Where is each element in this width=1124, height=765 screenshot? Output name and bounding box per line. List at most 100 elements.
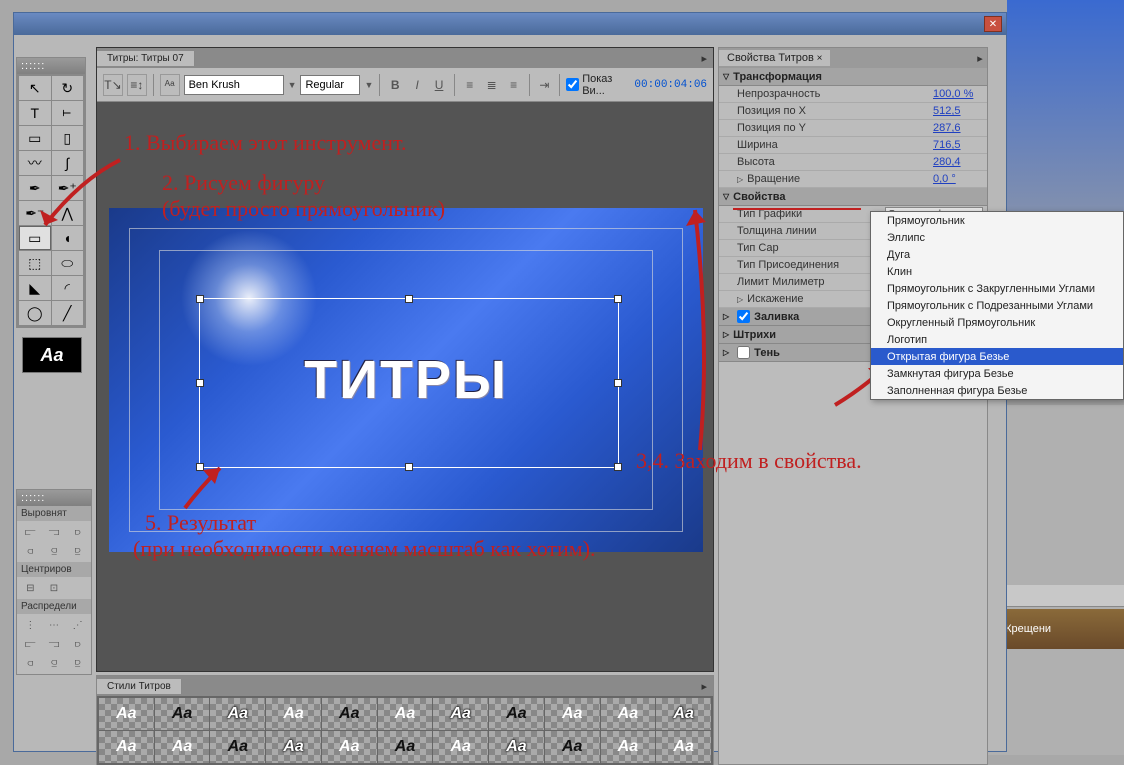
style-preset-21[interactable]: Aa bbox=[656, 731, 711, 763]
italic-button[interactable]: I bbox=[408, 75, 426, 95]
area-type-tool[interactable]: ▭ bbox=[19, 126, 51, 150]
dist-3[interactable]: ⋰ bbox=[66, 616, 89, 634]
rounded-corner-tool[interactable]: ⬭ bbox=[52, 251, 84, 275]
align-left[interactable]: ⫍ bbox=[19, 523, 42, 541]
dd-option-0[interactable]: Прямоугольник bbox=[871, 212, 1123, 229]
type-tool[interactable]: T bbox=[19, 101, 51, 125]
selection-box[interactable] bbox=[199, 298, 619, 468]
handle-top-right[interactable] bbox=[614, 295, 622, 303]
arc-tool[interactable]: ◜ bbox=[52, 276, 84, 300]
styles-menu-icon[interactable]: ▸ bbox=[695, 680, 713, 693]
dd-option-4[interactable]: Прямоугольник с Закругленными Углами bbox=[871, 280, 1123, 297]
font-select[interactable] bbox=[184, 75, 284, 95]
titler-tab[interactable]: Титры: Титры 07 bbox=[97, 51, 195, 66]
dist-6[interactable]: ⫐ bbox=[66, 635, 89, 653]
vertical-type-tool[interactable]: T bbox=[52, 101, 84, 125]
tab-stops-icon[interactable]: ⇥ bbox=[535, 75, 553, 95]
style-preset-13[interactable]: Aa bbox=[210, 731, 265, 763]
style-preset-0[interactable]: Aa bbox=[99, 698, 154, 730]
bold-button[interactable]: B bbox=[386, 75, 404, 95]
align-grip[interactable]: :::::: bbox=[17, 490, 91, 506]
style-preset-10[interactable]: Aa bbox=[656, 698, 711, 730]
prop-value[interactable]: 716,5 bbox=[933, 139, 983, 151]
titlebar[interactable]: ✕ bbox=[14, 13, 1006, 35]
rectangle-tool[interactable]: ▭ bbox=[19, 226, 51, 250]
prop-value[interactable]: 100,0 % bbox=[933, 88, 983, 100]
style-preset-4[interactable]: Aa bbox=[322, 698, 377, 730]
style-preset-16[interactable]: Aa bbox=[378, 731, 433, 763]
prop-value[interactable]: 0,0 ° bbox=[933, 173, 983, 185]
shadow-checkbox[interactable] bbox=[737, 346, 750, 359]
handle-top-left[interactable] bbox=[196, 295, 204, 303]
center-h[interactable]: ⊟ bbox=[19, 579, 42, 597]
clipped-rect-tool[interactable]: ⬚ bbox=[19, 251, 51, 275]
wedge-tool[interactable]: ◣ bbox=[19, 276, 51, 300]
style-preset-2[interactable]: Aa bbox=[210, 698, 265, 730]
dd-option-8[interactable]: Открытая фигура Безье bbox=[871, 348, 1123, 365]
graphic-type-dropdown[interactable]: ПрямоугольникЭллипсДугаКлинПрямоугольник… bbox=[870, 211, 1124, 400]
style-preset-20[interactable]: Aa bbox=[601, 731, 656, 763]
align-hcenter[interactable]: ⫎ bbox=[43, 523, 66, 541]
style-preset-7[interactable]: Aa bbox=[489, 698, 544, 730]
titler-canvas[interactable]: ТИТРЫ bbox=[109, 208, 703, 552]
pen-tool[interactable]: ✒ bbox=[19, 176, 51, 200]
style-preset-15[interactable]: Aa bbox=[322, 731, 377, 763]
rounded-rect-tool[interactable]: ◖ bbox=[52, 226, 84, 250]
handle-mid-left[interactable] bbox=[196, 379, 204, 387]
dist-8[interactable]: ⫑ bbox=[43, 654, 66, 672]
align-bottom[interactable]: ⫒ bbox=[66, 542, 89, 560]
new-title-icon[interactable]: T↘ bbox=[103, 74, 123, 96]
close-button[interactable]: ✕ bbox=[984, 16, 1002, 32]
style-preset-19[interactable]: Aa bbox=[545, 731, 600, 763]
handle-bot-mid[interactable] bbox=[405, 463, 413, 471]
dist-5[interactable]: ⫎ bbox=[43, 635, 66, 653]
dd-option-7[interactable]: Логотип bbox=[871, 331, 1123, 348]
dist-1[interactable]: ⋮ bbox=[19, 616, 42, 634]
align-left-text[interactable]: ≡ bbox=[461, 75, 479, 95]
dd-option-2[interactable]: Дуга bbox=[871, 246, 1123, 263]
props-tab-label[interactable]: Свойства Титров × bbox=[719, 50, 830, 66]
handle-mid-right[interactable] bbox=[614, 379, 622, 387]
style-thumbnail[interactable]: Aa bbox=[22, 337, 82, 373]
timecode[interactable]: 00:00:04:06 bbox=[634, 79, 707, 91]
section-transform[interactable]: ▽Трансформация bbox=[719, 68, 987, 86]
style-preset-9[interactable]: Aa bbox=[601, 698, 656, 730]
rotate-tool[interactable]: ↻ bbox=[52, 76, 84, 100]
line-tool[interactable]: ╱ bbox=[52, 301, 84, 325]
align-center-text[interactable]: ≣ bbox=[483, 75, 501, 95]
style-preset-18[interactable]: Aa bbox=[489, 731, 544, 763]
templates-icon[interactable]: ᴬᵃ bbox=[160, 74, 180, 96]
roll-crawl-icon[interactable]: ≡↕ bbox=[127, 74, 147, 96]
ellipse-tool[interactable]: ◯ bbox=[19, 301, 51, 325]
section-properties[interactable]: ▽Свойства bbox=[719, 188, 987, 206]
style-preset-17[interactable]: Aa bbox=[433, 731, 488, 763]
underline-button[interactable]: U bbox=[430, 75, 448, 95]
align-right[interactable]: ⫐ bbox=[66, 523, 89, 541]
dist-2[interactable]: ⋯ bbox=[43, 616, 66, 634]
center-v[interactable]: ⊡ bbox=[43, 579, 66, 597]
style-preset-8[interactable]: Aa bbox=[545, 698, 600, 730]
style-preset-3[interactable]: Aa bbox=[266, 698, 321, 730]
path-type-tool[interactable]: 〰 bbox=[19, 151, 51, 175]
style-preset-11[interactable]: Aa bbox=[99, 731, 154, 763]
font-style-select[interactable] bbox=[300, 75, 360, 95]
align-vcenter[interactable]: ⫑ bbox=[43, 542, 66, 560]
dd-option-1[interactable]: Эллипс bbox=[871, 229, 1123, 246]
vertical-area-type-tool[interactable]: ▯ bbox=[52, 126, 84, 150]
panel-menu-icon[interactable]: ▸ bbox=[695, 52, 713, 65]
dd-option-6[interactable]: Округленный Прямоугольник bbox=[871, 314, 1123, 331]
align-right-text[interactable]: ≡ bbox=[505, 75, 523, 95]
handle-bot-right[interactable] bbox=[614, 463, 622, 471]
style-preset-1[interactable]: Aa bbox=[155, 698, 210, 730]
vertical-path-type-tool[interactable]: ∫ bbox=[52, 151, 84, 175]
props-menu-icon[interactable]: ▸ bbox=[973, 51, 987, 65]
dist-7[interactable]: ⫏ bbox=[19, 654, 42, 672]
selection-tool[interactable]: ↖ bbox=[19, 76, 51, 100]
prop-value[interactable]: 280,4 bbox=[933, 156, 983, 168]
handle-bot-left[interactable] bbox=[196, 463, 204, 471]
delete-point-tool[interactable]: ✒⁻ bbox=[19, 201, 51, 225]
style-preset-14[interactable]: Aa bbox=[266, 731, 321, 763]
prop-value[interactable]: 512,5 bbox=[933, 105, 983, 117]
dd-option-9[interactable]: Замкнутая фигура Безье bbox=[871, 365, 1123, 382]
dist-9[interactable]: ⫒ bbox=[66, 654, 89, 672]
